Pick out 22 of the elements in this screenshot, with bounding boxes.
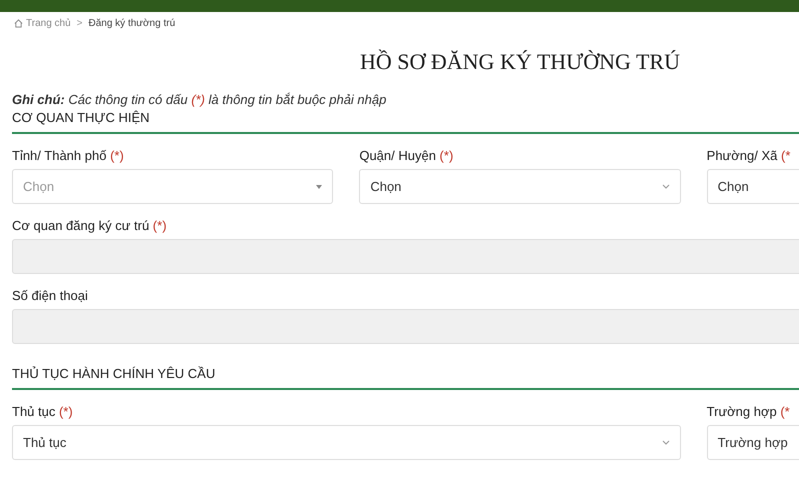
section-heading: THỦ TỤC HÀNH CHÍNH YÊU CẦU	[12, 366, 216, 382]
caret-icon	[316, 184, 322, 188]
breadcrumb-current: Đăng ký thường trú	[88, 16, 176, 30]
chevron-down-icon	[662, 440, 670, 445]
chevron-down-icon	[662, 184, 670, 189]
select-field[interactable]: Trường hợp	[706, 425, 799, 460]
field-label: Quận/ Huyện (*)	[359, 148, 454, 164]
select-field[interactable]: Chọn	[706, 169, 799, 204]
select-field[interactable]: Chọn	[359, 169, 681, 204]
home-icon	[14, 18, 23, 28]
field-label: Trường hợp (*	[706, 404, 790, 420]
field-label: Tỉnh/ Thành phố (*)	[12, 148, 124, 164]
field-label: Phường/ Xã (*	[706, 148, 790, 164]
breadcrumb-link[interactable]: Trang chủ	[26, 16, 71, 30]
field-label: Cơ quan đăng ký cư trú (*)	[12, 218, 167, 234]
select-field[interactable]: Thủ tục	[12, 425, 681, 460]
field-label: Số điện thoại	[12, 288, 88, 304]
breadcrumb-separator: >	[76, 16, 82, 30]
field-label: Thủ tục (*)	[12, 404, 73, 420]
note-text: Ghi chú: Các thông tin có dấu (*) là thông tin bắt buộc phải nhập	[12, 92, 386, 108]
page-title: HỒ SƠ ĐĂNG KÝ THƯỜNG TRÚ	[360, 48, 680, 76]
section-heading: CƠ QUAN THỰC HIỆN	[12, 110, 150, 126]
